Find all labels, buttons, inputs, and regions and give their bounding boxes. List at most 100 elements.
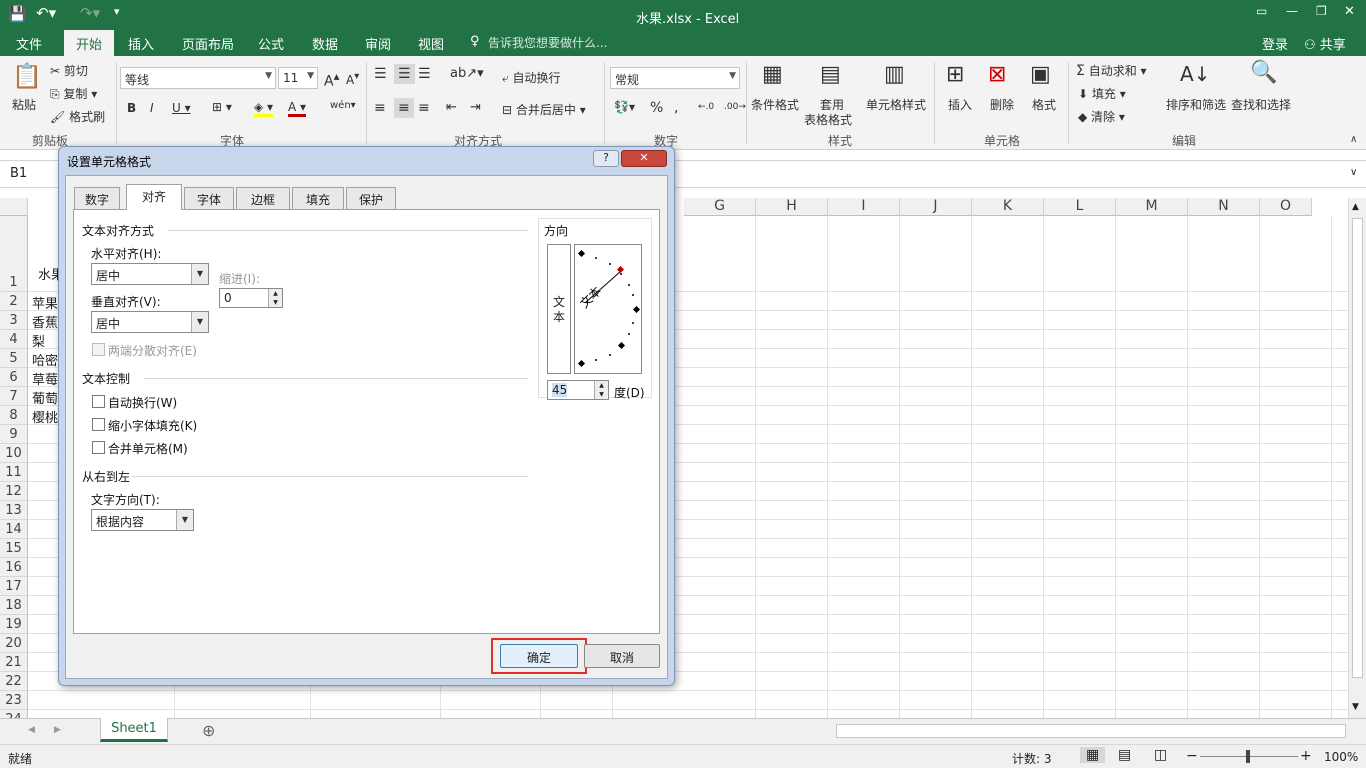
column-header[interactable]: J (900, 198, 972, 216)
add-sheet-icon[interactable]: ⊕ (202, 721, 215, 740)
insert-cells-icon[interactable]: ⊞ (946, 62, 964, 87)
sort-filter-icon[interactable]: A↓ (1180, 62, 1210, 86)
orientation-dial[interactable]: 文本 (574, 244, 642, 374)
degrees-spinner[interactable]: 45 ▲ ▼ (547, 380, 609, 400)
close-window-icon[interactable]: ✕ (1344, 4, 1355, 19)
row-header[interactable]: 2 (0, 292, 28, 311)
italic-icon[interactable]: I (150, 101, 154, 115)
close-button[interactable]: ✕ (621, 150, 667, 167)
row-header[interactable]: 16 (0, 558, 28, 577)
orientation-icon[interactable]: ab↗▾ (450, 66, 484, 81)
select-all-corner[interactable] (0, 198, 28, 216)
find-select-button[interactable]: 查找和选择 (1231, 96, 1291, 113)
restore-icon[interactable]: ❐ (1316, 4, 1327, 18)
table-format-button-line2[interactable]: 表格格式 (804, 111, 852, 128)
zoom-out-icon[interactable]: − (1186, 748, 1198, 764)
row-header[interactable]: 10 (0, 444, 28, 463)
tab-file[interactable]: 文件 (16, 34, 42, 53)
next-sheet-icon[interactable]: ▶ (54, 725, 61, 735)
sheet-tab-sheet1[interactable]: Sheet1 (100, 718, 168, 742)
conditional-format-icon[interactable]: ▦ (762, 62, 783, 87)
indent-spinner[interactable]: 0 ▲ ▼ (219, 288, 283, 308)
vertical-align-select[interactable]: 居中 ▼ (91, 311, 209, 333)
tab-font[interactable]: 字体 (184, 187, 234, 209)
tab-alignment[interactable]: 对齐 (126, 184, 182, 210)
merge-center-button[interactable]: ⊟ 合并后居中 ▾ (502, 101, 586, 118)
delete-cells-button[interactable]: 删除 (990, 96, 1014, 113)
row-header[interactable]: 22 (0, 672, 28, 691)
row-header[interactable]: 5 (0, 349, 28, 368)
shrink-to-fit-checkbox[interactable] (92, 418, 105, 431)
clear-button[interactable]: ◆ 清除 ▾ (1078, 108, 1125, 125)
align-left-icon[interactable]: ≡ (374, 100, 386, 116)
column-header[interactable]: K (972, 198, 1044, 216)
percent-icon[interactable]: % (650, 100, 663, 116)
cell-styles-button[interactable]: 单元格样式 (866, 96, 926, 113)
row-header[interactable]: 8 (0, 406, 28, 425)
ok-button[interactable]: 确定 (500, 644, 578, 668)
column-header[interactable]: L (1044, 198, 1116, 216)
row-header[interactable]: 9 (0, 425, 28, 444)
increase-indent-icon[interactable]: ⇥ (470, 100, 481, 115)
collapse-ribbon-icon[interactable]: ∧ (1350, 134, 1357, 145)
cancel-button[interactable]: 取消 (584, 644, 660, 668)
wrap-text-checkbox[interactable] (92, 395, 105, 408)
zoom-slider-thumb[interactable] (1246, 750, 1250, 763)
accounting-icon[interactable]: 💱▾ (614, 100, 635, 114)
scroll-thumb[interactable] (1352, 218, 1363, 678)
tab-page-layout[interactable]: 页面布局 (182, 34, 234, 53)
tab-home[interactable]: 开始 (64, 30, 115, 56)
tell-me-box[interactable]: 告诉我您想要做什么... (488, 34, 607, 51)
spin-down-icon[interactable]: ▼ (268, 298, 282, 307)
insert-cells-button[interactable]: 插入 (948, 96, 972, 113)
tab-insert[interactable]: 插入 (128, 34, 154, 53)
format-cells-button[interactable]: 格式 (1032, 96, 1056, 113)
zoom-level[interactable]: 100% (1324, 750, 1358, 764)
fill-button[interactable]: ⬇ 填充 ▾ (1078, 85, 1126, 102)
align-right-icon[interactable]: ≡ (418, 100, 430, 116)
find-select-icon[interactable]: 🔍 (1250, 60, 1277, 85)
row-header[interactable]: 12 (0, 482, 28, 501)
column-header[interactable]: O (1260, 198, 1312, 216)
page-layout-view-icon[interactable]: ▤ (1118, 747, 1131, 763)
format-cells-icon[interactable]: ▣ (1030, 62, 1051, 87)
tab-formulas[interactable]: 公式 (258, 34, 284, 53)
row-header[interactable]: 7 (0, 387, 28, 406)
share-button[interactable]: ⚇ 共享 (1304, 34, 1346, 53)
wrap-text-button[interactable]: ⤶ 自动换行 (502, 69, 561, 86)
tab-number[interactable]: 数字 (74, 187, 120, 209)
conditional-format-button[interactable]: 条件格式 (751, 96, 799, 113)
normal-view-icon[interactable]: ▦ (1080, 747, 1106, 763)
column-header[interactable]: G (684, 198, 756, 216)
spin-up-icon[interactable]: ▲ (594, 381, 608, 390)
row-header[interactable]: 13 (0, 501, 28, 520)
tab-protection[interactable]: 保护 (346, 187, 396, 209)
row-header[interactable]: 17 (0, 577, 28, 596)
merge-cells-checkbox[interactable] (92, 441, 105, 454)
row-header[interactable]: 3 (0, 311, 28, 330)
row-header[interactable]: 18 (0, 596, 28, 615)
row-header[interactable]: 21 (0, 653, 28, 672)
font-color-icon[interactable]: A ▾ (288, 100, 307, 117)
autosum-button[interactable]: Σ 自动求和 ▾ (1076, 62, 1147, 79)
redo-icon[interactable]: ↷▾ (80, 4, 100, 22)
increase-decimal-icon[interactable]: ←.0 (698, 102, 714, 112)
tab-fill[interactable]: 填充 (292, 187, 344, 209)
login-link[interactable]: 登录 (1262, 34, 1288, 53)
customize-qat-icon[interactable]: ▾ (114, 5, 120, 18)
decrease-font-icon[interactable]: A▾ (346, 71, 359, 87)
row-header[interactable]: 20 (0, 634, 28, 653)
table-format-icon[interactable]: ▤ (820, 62, 841, 87)
save-icon[interactable]: 💾 (8, 5, 27, 23)
minimize-icon[interactable]: — (1286, 4, 1298, 18)
phonetic-icon[interactable]: wén▾ (330, 100, 356, 111)
tab-data[interactable]: 数据 (312, 34, 338, 53)
column-header[interactable]: N (1188, 198, 1260, 216)
copy-button[interactable]: ⎘ 复制 ▾ (50, 85, 97, 102)
sort-filter-button[interactable]: 排序和筛选 (1166, 96, 1226, 113)
column-header[interactable]: M (1116, 198, 1188, 216)
number-format-combo[interactable]: 常规 ▼ (610, 67, 740, 89)
column-header[interactable]: H (756, 198, 828, 216)
dial-handle[interactable] (616, 265, 625, 274)
align-middle-icon[interactable]: ☰ (394, 64, 415, 84)
